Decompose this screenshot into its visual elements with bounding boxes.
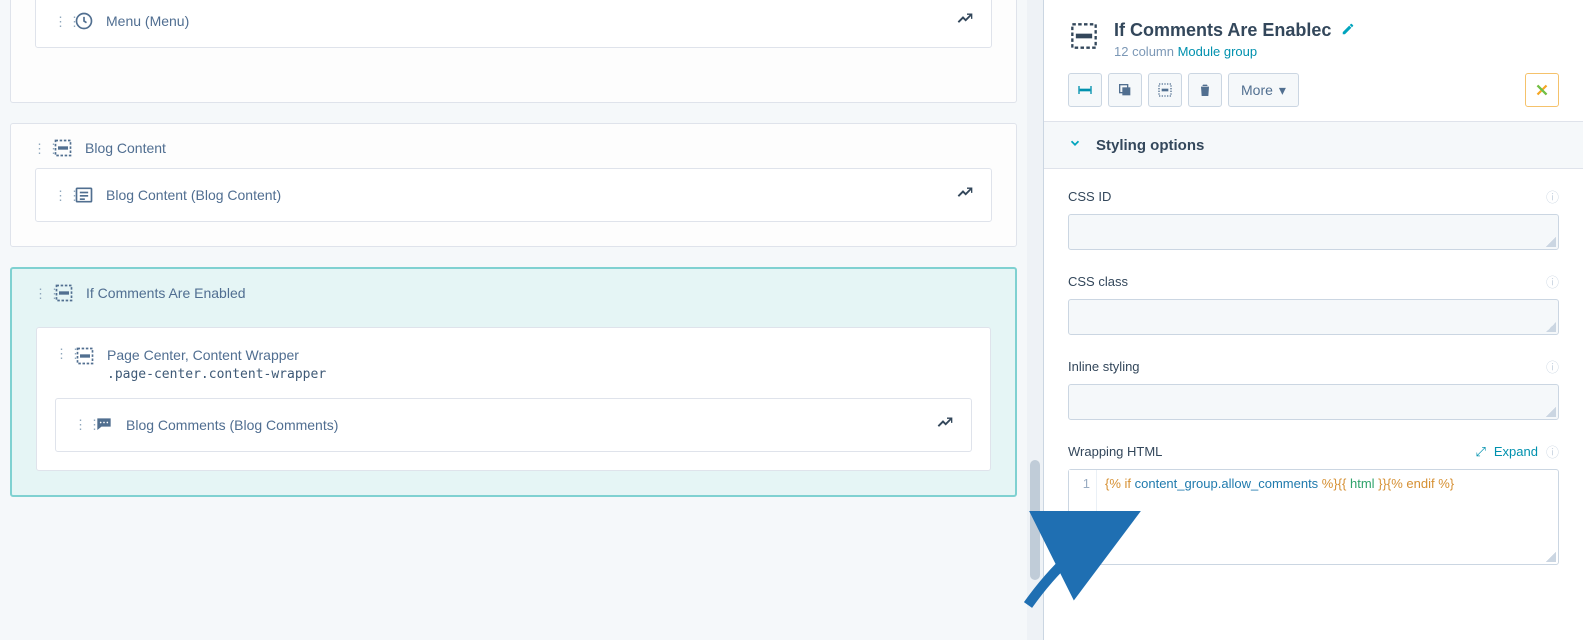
info-icon[interactable]: ⓘ bbox=[1546, 357, 1559, 376]
info-icon[interactable]: ⓘ bbox=[1546, 272, 1559, 291]
inspector-title: If Comments Are Enablec bbox=[1114, 20, 1331, 41]
inspector-panel: If Comments Are Enablec 12 column Module… bbox=[1043, 0, 1583, 640]
drag-handle-icon[interactable]: ⋮⋮ bbox=[34, 290, 42, 297]
module-label: Blog Content (Blog Content) bbox=[106, 187, 281, 203]
section-title: Styling options bbox=[1096, 137, 1204, 154]
inspector-subtitle-prefix: 12 column bbox=[1114, 44, 1178, 59]
module-action-icon[interactable] bbox=[937, 415, 953, 434]
css-id-label: CSS ID bbox=[1068, 189, 1111, 204]
css-class-input[interactable] bbox=[1068, 299, 1559, 335]
expand-link[interactable]: Expand bbox=[1494, 444, 1538, 459]
inner-module-group[interactable]: ⋮⋮ Page Center, Content Wrapper .page-ce… bbox=[36, 327, 991, 471]
wrapping-html-editor[interactable]: 1 {% if content_group.allow_comments %}{… bbox=[1068, 469, 1559, 565]
wrapper-class: .page-center.content-wrapper bbox=[107, 366, 326, 384]
drag-handle-icon[interactable]: ⋮⋮ bbox=[55, 350, 63, 357]
module-label: Menu (Menu) bbox=[106, 13, 189, 29]
comments-icon bbox=[94, 415, 114, 435]
expand-icon[interactable]: ⤢ bbox=[1475, 444, 1485, 460]
module-row-menu[interactable]: ⋮⋮ Menu (Menu) bbox=[35, 0, 992, 48]
toolbar-group-button[interactable] bbox=[1148, 73, 1182, 107]
chevron-down-icon bbox=[1068, 136, 1082, 154]
drag-handle-icon[interactable]: ⋮⋮ bbox=[54, 192, 62, 199]
module-label: Blog Comments (Blog Comments) bbox=[126, 417, 338, 433]
toolbar-more-button[interactable]: More ▾ bbox=[1228, 73, 1299, 107]
css-id-input[interactable] bbox=[1068, 214, 1559, 250]
toolbar-delete-button[interactable] bbox=[1188, 73, 1222, 107]
module-group-comments-enabled[interactable]: ⋮⋮ If Comments Are Enabled ⋮⋮ Page Cente… bbox=[10, 267, 1017, 497]
toolbar-copy-button[interactable] bbox=[1108, 73, 1142, 107]
drag-handle-icon[interactable]: ⋮⋮ bbox=[54, 18, 62, 25]
menu-module-icon bbox=[74, 11, 94, 31]
module-row-blog-content[interactable]: ⋮⋮ Blog Content (Blog Content) bbox=[35, 168, 992, 222]
module-row-blog-comments[interactable]: ⋮⋮ Blog Comments (Blog Comments) bbox=[55, 398, 972, 452]
drag-handle-icon[interactable]: ⋮⋮ bbox=[33, 145, 41, 152]
module-group-icon bbox=[1068, 20, 1100, 52]
module-group-icon bbox=[75, 346, 95, 366]
left-scrollbar[interactable] bbox=[1027, 0, 1043, 640]
caret-down-icon: ▾ bbox=[1279, 82, 1286, 99]
code-line-number: 1 bbox=[1083, 476, 1090, 491]
module-group-link[interactable]: Module group bbox=[1178, 44, 1258, 59]
drag-handle-icon[interactable]: ⋮⋮ bbox=[74, 421, 82, 428]
info-icon[interactable]: ⓘ bbox=[1546, 442, 1559, 461]
styling-options-header[interactable]: Styling options bbox=[1044, 121, 1583, 169]
module-group-icon bbox=[53, 138, 73, 158]
module-group-icon bbox=[54, 283, 74, 303]
wrapping-html-label: Wrapping HTML bbox=[1068, 444, 1162, 459]
module-action-icon[interactable] bbox=[957, 12, 973, 31]
blog-content-icon bbox=[74, 185, 94, 205]
css-class-label: CSS class bbox=[1068, 274, 1128, 289]
inline-styling-input[interactable] bbox=[1068, 384, 1559, 420]
collapse-panel-button[interactable] bbox=[1525, 73, 1559, 107]
toolbar-align-button[interactable] bbox=[1068, 73, 1102, 107]
module-action-icon[interactable] bbox=[957, 186, 973, 205]
group-title: Blog Content bbox=[85, 140, 166, 156]
module-group-stub: ⋮⋮ Menu (Menu) bbox=[10, 0, 1017, 103]
inline-styling-label: Inline styling bbox=[1068, 359, 1140, 374]
code-line: {% if content_group.allow_comments %}{{ … bbox=[1105, 476, 1550, 491]
module-group-blog-content[interactable]: ⋮⋮ Blog Content ⋮⋮ Blog Content (Blog Co… bbox=[10, 123, 1017, 247]
wrapper-title: Page Center, Content Wrapper bbox=[107, 346, 326, 366]
more-label: More bbox=[1241, 82, 1273, 98]
group-title: If Comments Are Enabled bbox=[86, 285, 246, 301]
info-icon[interactable]: ⓘ bbox=[1546, 187, 1559, 206]
edit-title-icon[interactable] bbox=[1341, 20, 1355, 41]
